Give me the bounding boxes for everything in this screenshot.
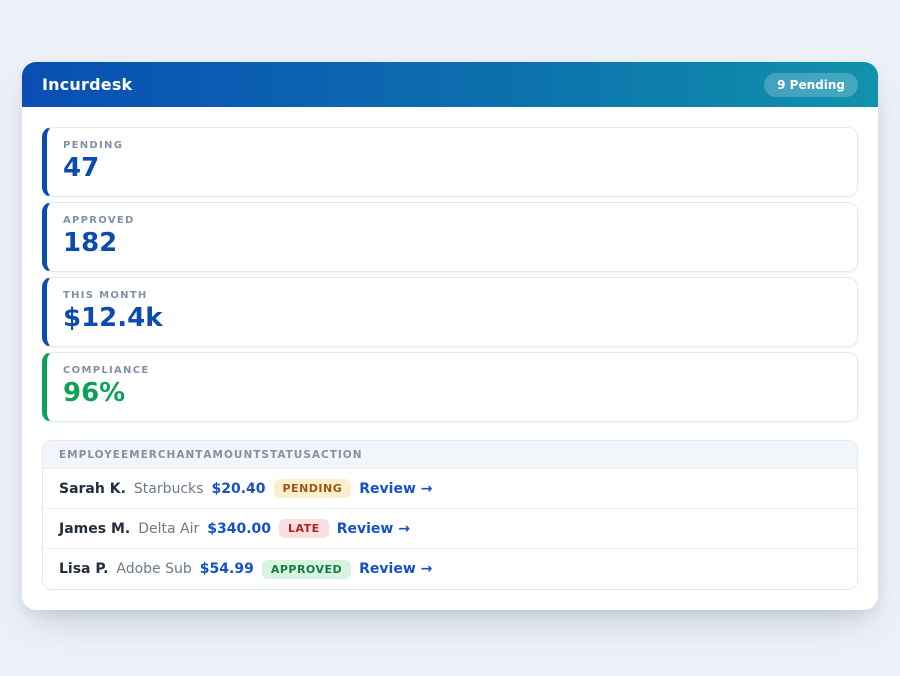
stat-card-this-month: THIS MONTH $12.4k [42, 277, 858, 347]
stat-value: $12.4k [63, 304, 841, 334]
expense-amount: $340.00 [207, 521, 271, 537]
table-row: Sarah K. Starbucks $20.40 PENDING Review… [43, 469, 857, 509]
stat-value: 96% [63, 379, 841, 409]
merchant-name: Delta Air [138, 521, 199, 537]
app-title: Incurdesk [42, 75, 132, 94]
column-header-merchant: MERCHANT [129, 449, 203, 461]
expense-table: EMPLOYEEMERCHANTAMOUNTSTATUSACTION Sarah… [42, 440, 858, 590]
merchant-name: Adobe Sub [116, 561, 191, 577]
review-link[interactable]: Review → [359, 561, 432, 577]
column-header-action: ACTION [312, 449, 363, 461]
column-header-amount: AMOUNT [203, 449, 261, 461]
table-header-row: EMPLOYEEMERCHANTAMOUNTSTATUSACTION [43, 441, 857, 469]
status-badge: PENDING [274, 479, 352, 498]
stat-card-pending: PENDING 47 [42, 127, 858, 197]
table-row: James M. Delta Air $340.00 LATE Review → [43, 509, 857, 549]
table-row: Lisa P. Adobe Sub $54.99 APPROVED Review… [43, 549, 857, 589]
employee-name: James M. [59, 521, 130, 537]
employee-name: Sarah K. [59, 481, 126, 497]
expense-amount: $54.99 [200, 561, 254, 577]
pending-count-badge: 9 Pending [764, 73, 858, 97]
employee-name: Lisa P. [59, 561, 108, 577]
expense-amount: $20.40 [211, 481, 265, 497]
stat-label: COMPLIANCE [63, 365, 841, 376]
status-badge: LATE [279, 519, 329, 538]
review-link[interactable]: Review → [359, 481, 432, 497]
stat-value: 47 [63, 154, 841, 184]
stat-label: THIS MONTH [63, 290, 841, 301]
column-header-status: STATUS [261, 449, 311, 461]
stat-value: 182 [63, 229, 841, 259]
merchant-name: Starbucks [134, 481, 204, 497]
app-header: Incurdesk 9 Pending [22, 62, 878, 107]
panel-body: PENDING 47 APPROVED 182 THIS MONTH $12.4… [22, 107, 878, 610]
status-badge: APPROVED [262, 560, 351, 579]
incurdesk-panel: Incurdesk 9 Pending PENDING 47 APPROVED … [22, 62, 878, 610]
stat-label: PENDING [63, 140, 841, 151]
stat-card-compliance: COMPLIANCE 96% [42, 352, 858, 422]
review-link[interactable]: Review → [337, 521, 410, 537]
stat-card-approved: APPROVED 182 [42, 202, 858, 272]
column-header-employee: EMPLOYEE [59, 449, 129, 461]
stat-label: APPROVED [63, 215, 841, 226]
